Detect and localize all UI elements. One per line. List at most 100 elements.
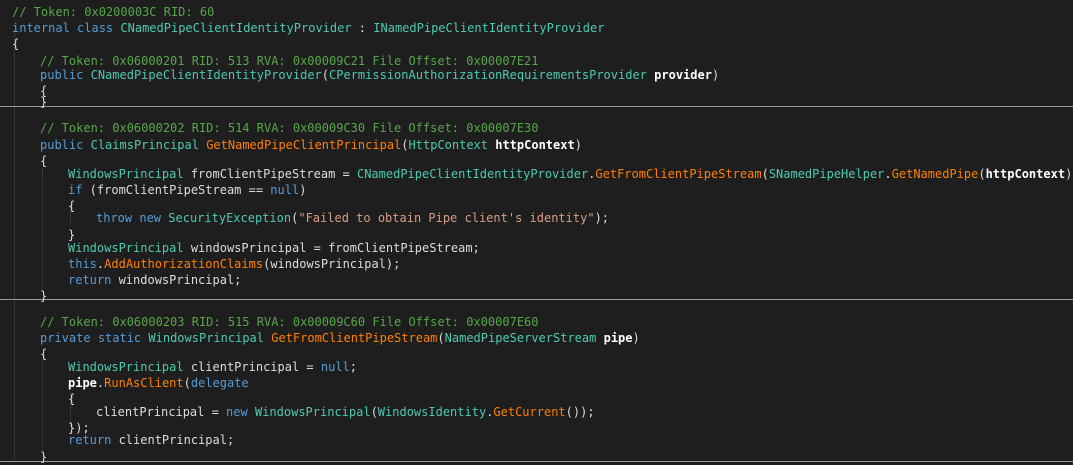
code-token-keyword: class bbox=[77, 21, 114, 35]
code-line: this.AddAuthorizationClaims(windowsPrinc… bbox=[0, 256, 1073, 272]
code-line: return windowsPrincipal; bbox=[0, 272, 1073, 288]
code-token-plain: { bbox=[12, 37, 20, 51]
code-token-keyword: internal bbox=[12, 21, 70, 35]
code-token-comment: // Token: 0x0200003C RID: 60 bbox=[12, 5, 215, 19]
code-line: WindowsPrincipal clientPrincipal = null; bbox=[0, 359, 1073, 375]
code-token-plain: fromClientPipeStream = bbox=[183, 167, 357, 181]
code-token-type[interactable]: CNamedPipeClientIdentityProvider bbox=[91, 68, 322, 82]
code-token-type[interactable]: WindowsPrincipal bbox=[68, 167, 184, 181]
code-token-type[interactable]: WindowsPrincipal bbox=[255, 405, 371, 419]
code-line: internal class CNamedPipeClientIdentityP… bbox=[0, 20, 1073, 36]
code-line: } bbox=[0, 288, 1073, 304]
code-token-method[interactable]: GetFromClientPipeStream bbox=[595, 167, 761, 181]
code-token-keyword: return bbox=[68, 433, 112, 447]
code-token-method[interactable]: GetNamedPipe bbox=[892, 167, 979, 181]
code-token-keyword: static bbox=[97, 331, 142, 345]
code-token-plain: ( bbox=[437, 331, 445, 345]
code-token-plain: windowsPrincipal = fromClientPipeStream; bbox=[183, 241, 480, 255]
code-token-plain: ( bbox=[401, 138, 409, 152]
code-token-plain: ) bbox=[632, 331, 640, 345]
code-token-keyword: if bbox=[68, 183, 83, 197]
code-token-parameter: httpContext bbox=[495, 138, 575, 152]
code-line: WindowsPrincipal fromClientPipeStream = … bbox=[0, 166, 1073, 182]
code-token-plain: clientPrincipal; bbox=[111, 433, 235, 447]
code-token-keyword: public bbox=[40, 68, 84, 82]
code-token-comment: // Token: 0x06000202 RID: 514 RVA: 0x000… bbox=[40, 121, 539, 135]
code-token-method[interactable]: GetFromClientPipeStream bbox=[271, 331, 437, 345]
code-token-keyword: throw bbox=[96, 211, 133, 225]
code-token-plain: ); bbox=[594, 211, 610, 225]
code-token-type[interactable]: SNamedPipeHelper bbox=[769, 167, 885, 181]
code-token-plain: windowsPrincipal; bbox=[111, 273, 242, 287]
code-token-keyword: new bbox=[139, 211, 162, 225]
code-token-keyword: return bbox=[68, 273, 112, 287]
code-token-plain: (windowsPrincipal); bbox=[263, 257, 401, 271]
code-line: } bbox=[0, 449, 1073, 465]
code-editor[interactable]: // Token: 0x0200003C RID: 60 internal cla… bbox=[0, 0, 1073, 464]
code-line: public ClaimsPrincipal GetNamedPipeClien… bbox=[0, 137, 1073, 153]
code-token-keyword: public bbox=[40, 138, 84, 152]
code-token-plain: ; bbox=[349, 360, 358, 374]
code-token-type[interactable]: WindowsPrincipal bbox=[68, 360, 184, 374]
code-token-type[interactable]: CNamedPipeClientIdentityProvider bbox=[120, 21, 351, 35]
code-line: return clientPrincipal; bbox=[0, 432, 1073, 448]
code-token-plain: ) bbox=[299, 183, 307, 197]
code-token-type[interactable]: WindowsIdentity bbox=[378, 405, 486, 419]
code-token-plain: ( bbox=[370, 405, 378, 419]
code-token-method[interactable]: RunAsClient bbox=[104, 376, 183, 390]
code-token-type[interactable]: SecurityException bbox=[168, 211, 291, 225]
code-token-type[interactable]: CPermissionAuthorizationRequirementsProv… bbox=[329, 68, 647, 82]
code-line: throw new SecurityException("Failed to o… bbox=[0, 210, 1073, 226]
code-token-parameter: pipe bbox=[68, 376, 97, 390]
code-token-type[interactable]: INamedPipeClientIdentityProvider bbox=[373, 21, 604, 35]
code-line: // Token: 0x0200003C RID: 60 bbox=[0, 4, 1073, 20]
code-token-keyword: private bbox=[40, 331, 91, 345]
code-token-method[interactable]: GetNamedPipeClientPrincipal bbox=[206, 138, 401, 152]
code-line: } bbox=[0, 94, 1073, 110]
code-token-type[interactable]: WindowsPrincipal bbox=[148, 331, 264, 345]
code-token-plain: ( bbox=[761, 167, 769, 181]
code-token-comment: // Token: 0x06000203 RID: 515 RVA: 0x000… bbox=[40, 315, 539, 329]
code-token-plain: (fromClientPipeStream == bbox=[82, 183, 271, 197]
code-token-plain: } bbox=[40, 450, 48, 464]
code-line: if (fromClientPipeStream == null) bbox=[0, 182, 1073, 198]
code-token-plain: : bbox=[351, 21, 374, 35]
code-token-plain: . bbox=[884, 167, 892, 181]
code-token-plain: ) bbox=[711, 68, 720, 82]
code-token-keyword: this bbox=[68, 257, 97, 271]
code-token-plain: clientPrincipal = bbox=[96, 405, 227, 419]
code-token-plain: ( bbox=[183, 376, 191, 390]
code-token-plain: ) bbox=[574, 138, 582, 152]
code-line: public CNamedPipeClientIdentityProvider(… bbox=[0, 67, 1073, 83]
code-token-type[interactable]: WindowsPrincipal bbox=[68, 241, 184, 255]
code-token-plain: ( bbox=[321, 68, 330, 82]
code-token-plain: ( bbox=[978, 167, 986, 181]
code-token-plain: } bbox=[40, 95, 48, 109]
code-line: private static WindowsPrincipal GetFromC… bbox=[0, 330, 1073, 346]
code-line: // Token: 0x06000203 RID: 515 RVA: 0x000… bbox=[0, 314, 1073, 330]
code-token-keyword: new bbox=[226, 405, 248, 419]
code-token-type[interactable]: CNamedPipeClientIdentityProvider bbox=[357, 167, 588, 181]
code-token-keyword: null bbox=[270, 183, 300, 197]
code-token-parameter: pipe bbox=[603, 331, 633, 345]
code-token-type[interactable]: NamedPipeServerStream bbox=[445, 331, 597, 345]
code-token-comment: // Token: 0x06000201 RID: 513 RVA: 0x000… bbox=[40, 54, 539, 68]
code-token-method[interactable]: AddAuthorizationClaims bbox=[104, 257, 263, 271]
code-line: { bbox=[0, 36, 1073, 52]
code-token-plain: )); bbox=[1065, 167, 1073, 181]
code-token-method[interactable]: GetCurrent bbox=[493, 405, 565, 419]
code-token-keyword: delegate bbox=[190, 376, 249, 390]
code-line: WindowsPrincipal windowsPrincipal = from… bbox=[0, 240, 1073, 256]
code-token-plain: } bbox=[40, 289, 48, 303]
code-token-string: "Failed to obtain Pipe client's identity… bbox=[298, 211, 595, 225]
code-token-plain: clientPrincipal = bbox=[183, 360, 321, 374]
code-token-parameter: provider bbox=[654, 68, 712, 82]
code-token-type[interactable]: HttpContext bbox=[409, 138, 488, 152]
code-token-type[interactable]: ClaimsPrincipal bbox=[91, 138, 199, 152]
